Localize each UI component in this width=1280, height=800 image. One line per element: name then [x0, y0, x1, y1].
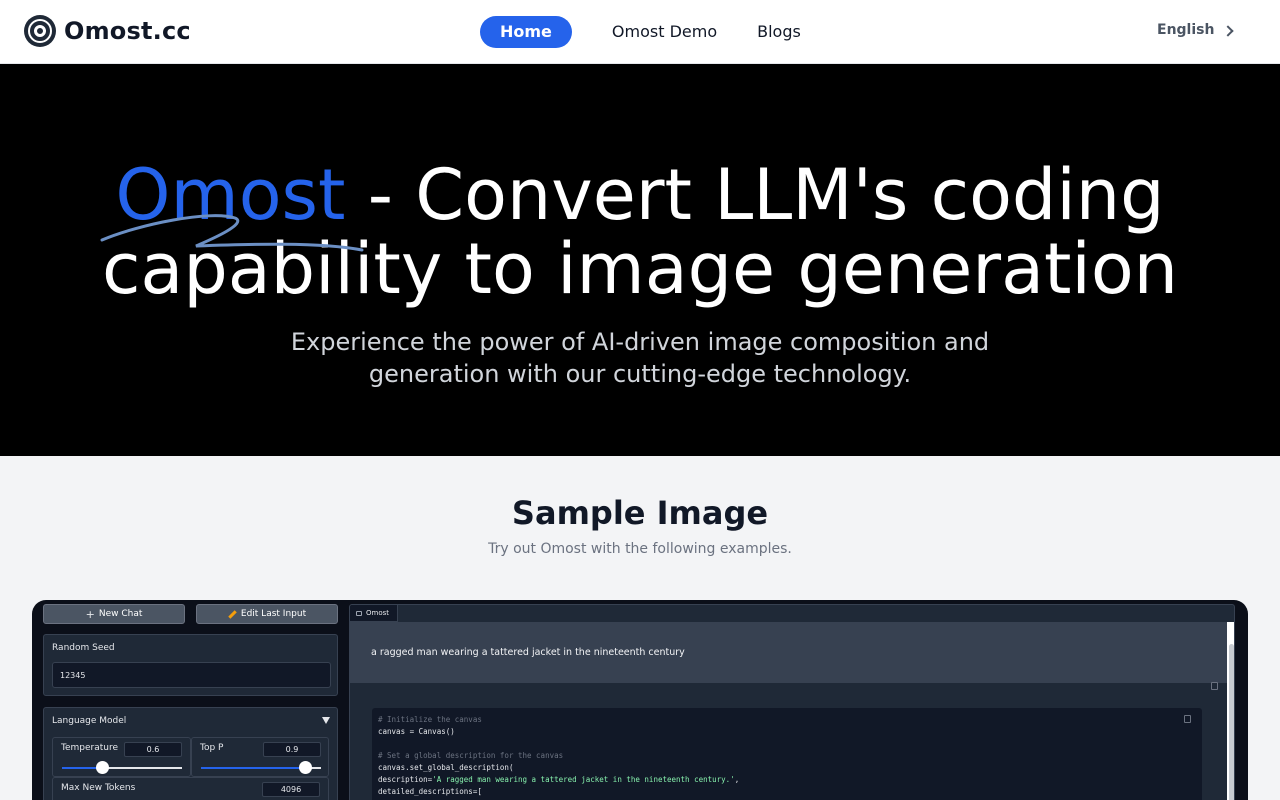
nav-link-home[interactable]: Home — [480, 16, 572, 48]
user-message: a ragged man wearing a tattered jacket i… — [350, 622, 1227, 683]
top-p-slider-fill — [201, 767, 306, 769]
random-seed-input[interactable]: 12345 — [52, 662, 331, 688]
language-label: English — [1157, 22, 1215, 38]
max-new-tokens-label: Max New Tokens — [61, 783, 136, 793]
top-nav: Omost.cc Home Omost Demo Blogs English — [0, 0, 1280, 64]
omost-logo-icon — [24, 15, 56, 47]
chat-tab-icon — [356, 610, 362, 616]
code-line: canvas = Canvas() — [378, 727, 455, 736]
code-line: # Set a global description for the canva… — [378, 751, 564, 760]
nav-links: Home Omost Demo Blogs — [480, 16, 801, 48]
demo-screenshot: + New Chat Edit Last Input Random Seed 1… — [32, 600, 1248, 800]
language-selector[interactable]: English — [1157, 22, 1235, 38]
top-p-value[interactable]: 0.9 — [263, 742, 321, 757]
hero-subtitle: Experience the power of AI-driven image … — [290, 328, 990, 388]
underline-swoosh-icon — [100, 214, 364, 252]
code-line: description='A ragged man wearing a tatt… — [378, 775, 740, 784]
chat-tab-label: Omost — [366, 609, 390, 617]
top-p-slider[interactable] — [201, 761, 321, 774]
chat-tab[interactable]: Omost — [350, 605, 398, 622]
max-new-tokens-value[interactable]: 4096 — [262, 782, 320, 797]
code-line: # Initialize the canvas — [378, 715, 482, 724]
temperature-control: Temperature 0.6 — [52, 737, 191, 777]
brand-name: Omost.cc — [64, 17, 191, 45]
nav-link-omost-demo[interactable]: Omost Demo — [612, 16, 717, 48]
copy-code-icon[interactable] — [1184, 715, 1191, 723]
new-chat-button[interactable]: + New Chat — [43, 604, 185, 624]
code-block: # Initialize the canvas canvas = Canvas(… — [372, 708, 1202, 800]
max-new-tokens-control: Max New Tokens 4096 — [52, 777, 329, 800]
random-seed-panel: Random Seed 12345 — [43, 634, 338, 696]
temperature-value[interactable]: 0.6 — [124, 742, 182, 757]
temperature-label: Temperature — [61, 743, 119, 753]
top-p-control: Top P 0.9 — [191, 737, 329, 777]
copy-message-icon[interactable] — [1211, 682, 1218, 690]
plus-icon: + — [85, 607, 95, 621]
chat-panel: Omost a ragged man wearing a tattered ja… — [349, 604, 1235, 800]
edit-last-input-label: Edit Last Input — [240, 609, 307, 619]
pencil-icon — [228, 609, 237, 619]
collapse-triangle-icon[interactable] — [322, 717, 330, 724]
section-subtitle: Try out Omost with the following example… — [488, 541, 792, 557]
hero: Omost - Convert LLM's coding capability … — [0, 64, 1280, 456]
top-p-slider-knob[interactable] — [299, 761, 313, 774]
chat-scrollbar[interactable] — [1227, 622, 1234, 800]
temperature-slider[interactable] — [62, 761, 182, 774]
chat-scrollbar-thumb[interactable] — [1229, 644, 1234, 800]
code-line: canvas.set_global_description( — [378, 763, 514, 772]
chevron-right-icon — [1222, 24, 1235, 37]
temperature-slider-knob[interactable] — [95, 761, 109, 774]
language-model-panel: Language Model Temperature 0.6 Top P 0.9… — [43, 707, 338, 800]
section-title: Sample Image — [511, 494, 769, 532]
brand[interactable]: Omost.cc — [24, 15, 191, 47]
edit-last-input-button[interactable]: Edit Last Input — [196, 604, 338, 624]
hero-title-line1: - Convert LLM's coding — [345, 154, 1165, 236]
random-seed-label: Random Seed — [52, 643, 115, 653]
language-model-label: Language Model — [52, 716, 127, 726]
nav-link-blogs[interactable]: Blogs — [757, 16, 801, 48]
top-p-label: Top P — [200, 743, 224, 753]
code-line: detailed_descriptions=[ — [378, 787, 482, 796]
new-chat-label: New Chat — [98, 609, 143, 619]
